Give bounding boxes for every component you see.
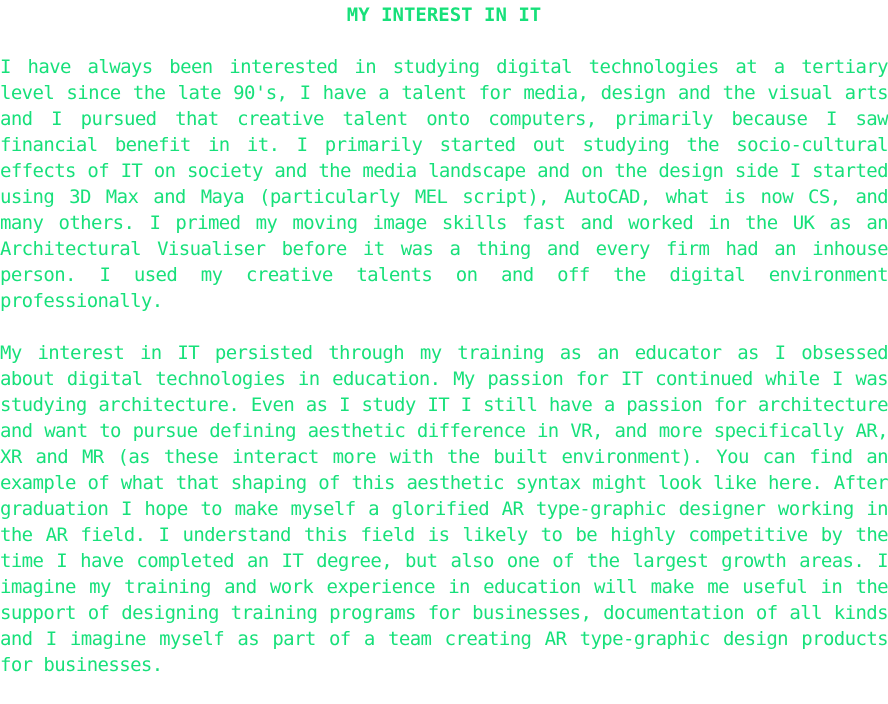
page-title: MY INTEREST IN IT <box>346 4 542 26</box>
paragraph-1: I have always been interested in studyin… <box>0 56 888 312</box>
document-page: MY INTEREST IN IT I have always been int… <box>0 2 888 704</box>
paragraph-2: My interest in IT persisted through my t… <box>0 342 888 676</box>
